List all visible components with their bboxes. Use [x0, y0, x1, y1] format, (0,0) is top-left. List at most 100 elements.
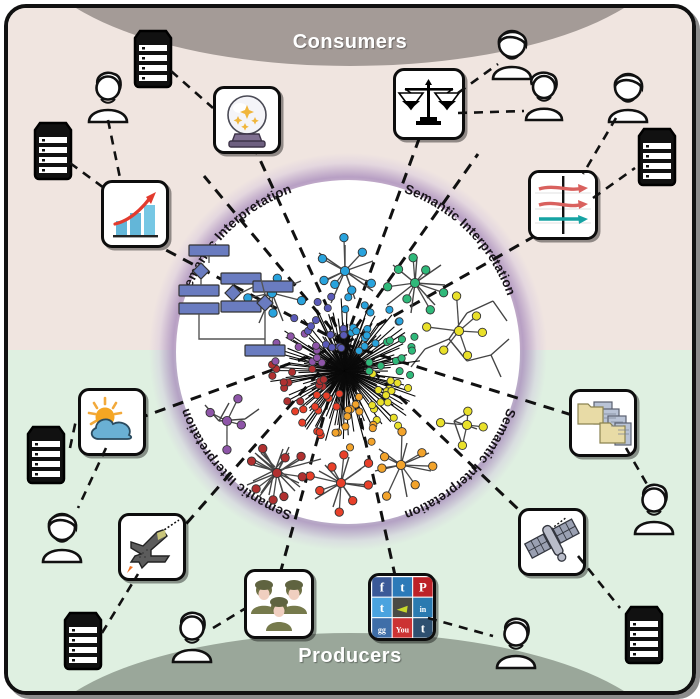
graph-node: [347, 285, 357, 295]
graph-node: [330, 279, 340, 290]
diagram-frame: Consumers Producers Semantic Interpretat…: [4, 4, 696, 695]
graph-node: [408, 253, 418, 263]
graph-node: [279, 378, 288, 387]
graph-node: [288, 368, 297, 377]
graph-node: [296, 397, 305, 406]
graph-node: [406, 370, 415, 379]
fighter-jet-icon[interactable]: [118, 513, 186, 581]
graph-node: [327, 462, 337, 472]
person-icon: [166, 608, 218, 666]
graph-node: [365, 358, 374, 367]
graph-node: [371, 339, 380, 348]
graph-node: [462, 350, 473, 360]
growth-chart-icon[interactable]: [101, 180, 169, 248]
graph-node: [471, 311, 482, 321]
graph-node: [233, 394, 243, 404]
graph-node: [339, 232, 349, 243]
graph-node: [368, 424, 377, 433]
graph-node: [246, 456, 257, 466]
consumers-title: Consumers: [292, 31, 408, 53]
graph-node: [312, 341, 321, 350]
graph-cluster-hub: [461, 419, 473, 431]
comparison-arrows-icon[interactable]: [528, 170, 598, 240]
graph-node: [315, 485, 325, 496]
graph-node: [363, 458, 374, 468]
server-icon: [634, 126, 680, 188]
graph-node: [205, 407, 215, 418]
graph-node: [379, 452, 390, 462]
graph-node: [366, 308, 375, 317]
graph-node: [294, 342, 303, 351]
server-icon: [30, 120, 76, 182]
graph-node: [286, 332, 295, 341]
graph-node: [311, 316, 320, 325]
twitter-tile-glyph: t: [400, 580, 405, 595]
semantic-network-graph: [178, 232, 510, 517]
graph-node: [339, 331, 348, 340]
logo-tile: [392, 597, 413, 618]
graph-node: [326, 330, 335, 339]
graph-cluster-hub: [335, 477, 347, 489]
graph-cluster-hub: [453, 325, 465, 337]
graph-node: [397, 335, 406, 344]
graph-node: [478, 422, 488, 432]
graph-node: [383, 398, 392, 407]
graph-node: [385, 336, 394, 345]
graph-node: [385, 305, 394, 314]
diagram-root: Consumers Producers Semantic Interpretat…: [0, 0, 700, 699]
graph-node: [397, 427, 407, 437]
graph-node: [407, 346, 416, 355]
graph-node: [368, 401, 377, 410]
graph-node: [327, 292, 336, 301]
graph-node: [236, 420, 246, 430]
graph-node: [376, 398, 385, 407]
graph-node: [346, 443, 355, 452]
graph-node: [251, 484, 261, 494]
weather-icon[interactable]: [78, 388, 146, 456]
graph-cluster-hub: [271, 467, 283, 479]
graph-node: [322, 391, 331, 400]
graph-cluster-hub: [339, 265, 351, 277]
graph-node: [362, 331, 371, 340]
graph-node: [451, 291, 462, 301]
graph-node: [355, 407, 364, 416]
graph-node: [393, 379, 402, 388]
graph-node: [341, 305, 350, 314]
server-icon: [130, 28, 176, 90]
graph-node: [435, 418, 446, 428]
graph-node: [397, 354, 406, 363]
graph-cluster-hub: [221, 415, 233, 427]
linkedin-tile-glyph: in: [420, 605, 427, 614]
graph-node: [425, 305, 435, 315]
graph-node: [382, 282, 393, 292]
graph-node: [374, 386, 383, 395]
graph-node: [268, 308, 278, 318]
crystal-ball-icon[interactable]: [213, 86, 281, 154]
graph-node: [341, 422, 350, 431]
graph-node: [305, 471, 315, 481]
graph-node: [268, 495, 278, 505]
graph-node: [323, 304, 332, 313]
person-icon: [82, 68, 134, 126]
graph-node: [417, 448, 427, 458]
graph-node: [290, 314, 299, 323]
person-icon: [602, 66, 654, 126]
social-media-grid-icon[interactable]: f t Pt in gg You t: [368, 573, 436, 641]
tweet-tile-glyph: t: [380, 600, 385, 615]
graph-node: [291, 407, 300, 416]
graph-node: [428, 461, 438, 471]
documents-folders-icon[interactable]: [569, 389, 637, 457]
graph-node: [439, 345, 449, 355]
soldiers-icon[interactable]: [244, 569, 314, 639]
graph-node: [477, 327, 488, 338]
graph-node: [463, 406, 473, 416]
graph-node: [311, 402, 320, 411]
graph-node: [376, 361, 385, 370]
graph-node: [297, 472, 307, 482]
satellite-icon[interactable]: [518, 508, 586, 576]
youtube-tile-glyph: You: [396, 626, 410, 635]
graph-node: [313, 298, 322, 307]
graph-node: [352, 327, 361, 336]
balance-scale-icon[interactable]: [393, 68, 465, 140]
graph-node: [308, 365, 317, 374]
